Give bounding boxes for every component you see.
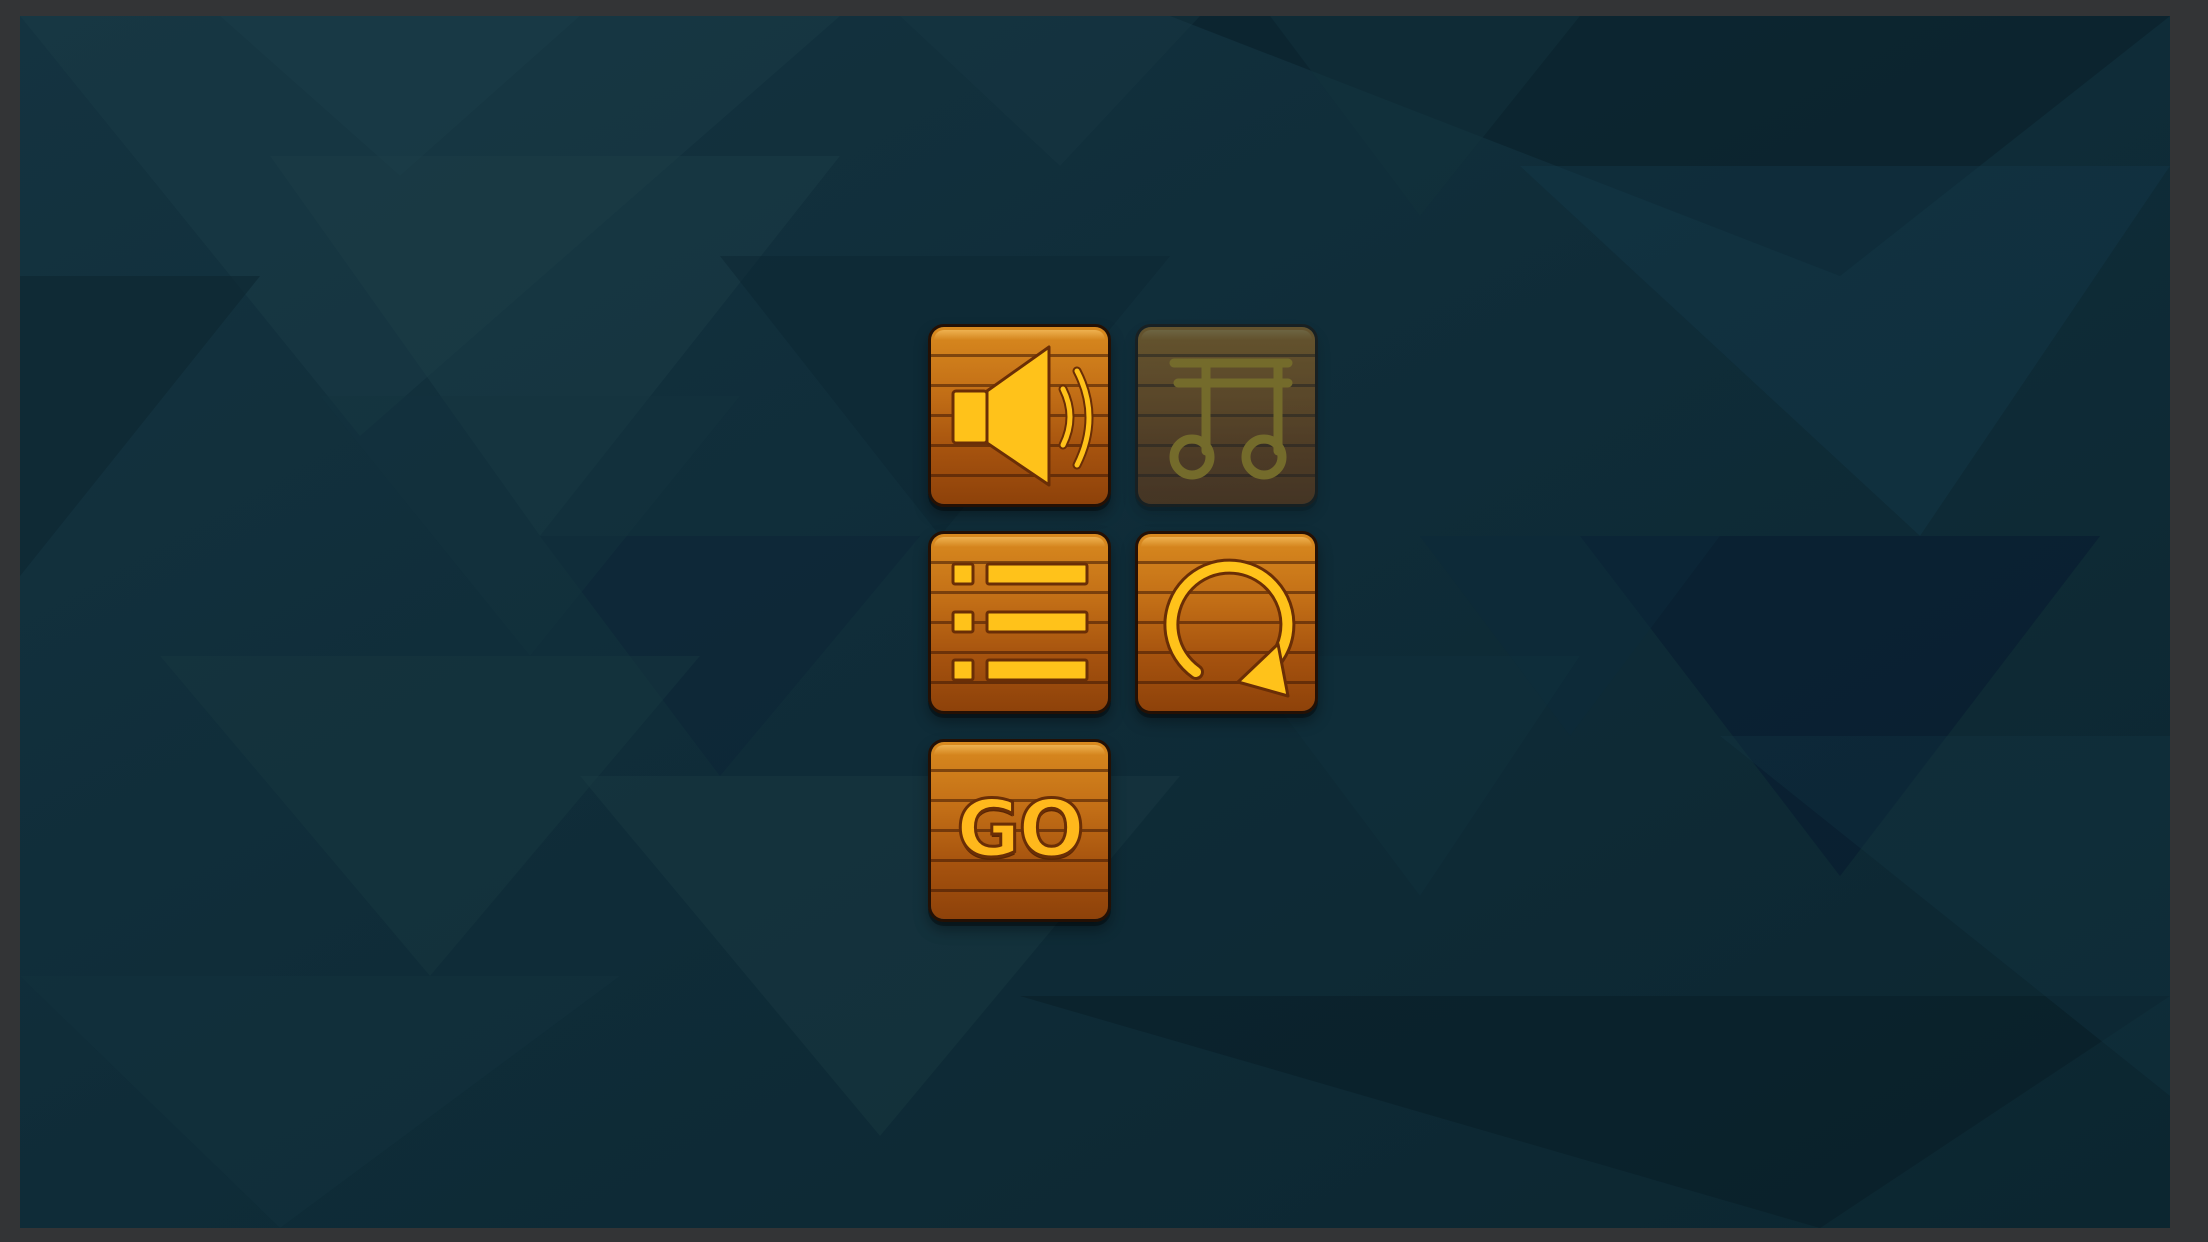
level-list-button[interactable]: [928, 531, 1111, 714]
sound-toggle-button[interactable]: [928, 324, 1111, 507]
speaker-icon: [951, 345, 1094, 487]
list-icon: [951, 562, 1089, 682]
go-play-button[interactable]: GO: [928, 739, 1111, 922]
game-viewport: GO: [20, 16, 2170, 1228]
go-label: GO: [955, 784, 1086, 877]
restart-icon: [1163, 558, 1296, 698]
music-toggle-button[interactable]: [1135, 324, 1318, 507]
restart-button[interactable]: [1135, 531, 1318, 714]
music-note-icon: [1169, 358, 1293, 480]
